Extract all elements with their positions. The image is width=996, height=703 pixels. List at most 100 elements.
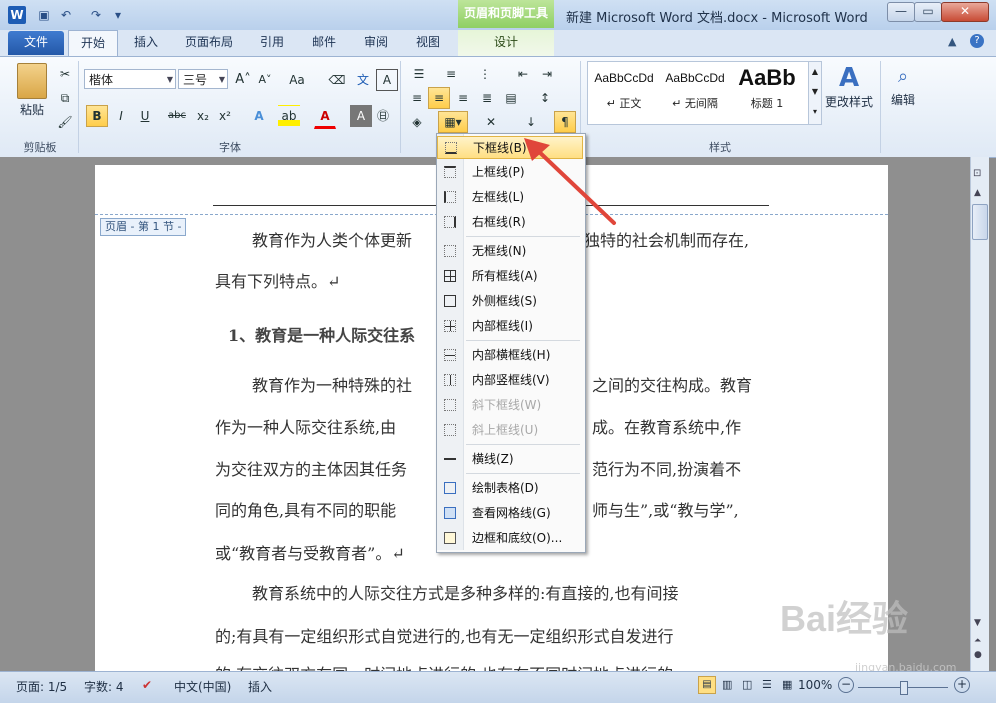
font-name-combo[interactable]: 楷体 ▼ bbox=[84, 69, 176, 89]
text-effects-icon[interactable]: A bbox=[248, 105, 270, 127]
zoom-slider-thumb[interactable] bbox=[900, 681, 908, 695]
italic-button[interactable]: I bbox=[110, 105, 132, 127]
phonetic-guide-icon[interactable]: 文 bbox=[352, 69, 374, 91]
cut-icon[interactable]: ✂ bbox=[54, 63, 76, 85]
menu-item-draw-table[interactable]: 绘制表格(D) bbox=[437, 477, 583, 500]
justify-icon[interactable]: ≣ bbox=[476, 87, 498, 109]
menu-item-inside-vertical-border[interactable]: 内部竖框线(V) bbox=[437, 369, 583, 392]
tab-design[interactable]: 设计 bbox=[458, 30, 554, 56]
tab-insert[interactable]: 插入 bbox=[124, 30, 168, 56]
align-center-icon[interactable]: ≡ bbox=[428, 87, 450, 109]
language-indicator[interactable]: 中文(中国) bbox=[174, 678, 231, 695]
bold-button[interactable]: B bbox=[86, 105, 108, 127]
numbering-icon[interactable]: ≡ bbox=[440, 63, 462, 85]
menu-item-borders-and-shading[interactable]: 边框和底纹(O)... bbox=[437, 527, 583, 550]
outline-icon[interactable]: ☰ bbox=[762, 678, 772, 691]
editing-button[interactable]: ⌕ 编辑 bbox=[884, 63, 922, 108]
paste-button[interactable]: 粘贴 bbox=[12, 63, 52, 118]
text-line[interactable]: 独特的社会机制而存在, bbox=[584, 227, 749, 251]
word-logo-icon[interactable]: W bbox=[8, 6, 26, 24]
minimize-ribbon-icon[interactable]: ▲ bbox=[948, 35, 956, 48]
bullets-icon[interactable]: ☰ bbox=[408, 63, 430, 85]
tab-file[interactable]: 文件 bbox=[8, 31, 64, 55]
proofing-icon[interactable]: ✔ bbox=[142, 678, 152, 692]
text-line[interactable]: 范行为不同,扮演着不 bbox=[592, 456, 741, 480]
close-button[interactable]: ✕ bbox=[941, 2, 989, 22]
text-line[interactable]: 具有下列特点。↵ bbox=[215, 268, 340, 292]
multilevel-list-icon[interactable]: ⋮ bbox=[474, 63, 496, 85]
text-line[interactable]: 的;有具有一定组织形式自觉进行的,也有无一定组织形式自发进行 bbox=[215, 623, 673, 647]
tab-page-layout[interactable]: 页面布局 bbox=[176, 30, 242, 56]
enclose-char-icon[interactable]: ㊐ bbox=[372, 105, 394, 127]
distributed-icon[interactable]: ▤ bbox=[500, 87, 522, 109]
text-line[interactable]: 作为一种人际交往系统,由 bbox=[215, 414, 396, 438]
sort-icon[interactable]: ↓ bbox=[520, 111, 542, 133]
customize-quick-access-icon[interactable]: ▾ bbox=[110, 7, 126, 23]
underline-button[interactable]: U bbox=[134, 105, 156, 127]
strikethrough-button[interactable]: abc bbox=[166, 105, 188, 127]
text-line[interactable]: 为交往双方的主体因其任务 bbox=[215, 456, 407, 480]
char-border-icon[interactable]: A bbox=[376, 69, 398, 91]
change-case-icon[interactable]: Aa bbox=[286, 69, 308, 91]
font-size-combo[interactable]: 三号 ▼ bbox=[178, 69, 228, 89]
menu-item-inside-borders[interactable]: 内部框线(I) bbox=[437, 315, 583, 338]
ruler-toggle-icon[interactable]: ⊡ bbox=[973, 168, 981, 179]
chinese-layout-icon[interactable]: ✕ bbox=[480, 111, 502, 133]
change-styles-button[interactable]: A 更改样式 bbox=[822, 63, 876, 110]
tab-home[interactable]: 开始 bbox=[68, 30, 118, 57]
redo-icon[interactable]: ↷ bbox=[88, 7, 104, 23]
print-layout-icon[interactable]: ▤ bbox=[698, 676, 716, 694]
grow-font-icon[interactable]: A˄ bbox=[232, 69, 254, 91]
zoom-out-icon[interactable]: − bbox=[838, 677, 854, 693]
line-spacing-icon[interactable]: ↕ bbox=[534, 87, 556, 109]
page-count[interactable]: 页面: 1/5 bbox=[16, 678, 67, 695]
scroll-down-icon[interactable]: ▼ bbox=[974, 618, 981, 628]
shrink-font-icon[interactable]: A˅ bbox=[254, 69, 276, 91]
browse-object-icon[interactable]: ● bbox=[974, 650, 982, 660]
menu-item-view-gridlines[interactable]: 查看网格线(G) bbox=[437, 502, 583, 525]
show-marks-icon[interactable]: ¶ bbox=[554, 111, 576, 133]
text-line[interactable]: 成。在教育系统中,作 bbox=[592, 414, 741, 438]
text-line[interactable]: 之间的交往构成。教育 bbox=[592, 372, 752, 396]
styles-gallery-scroll[interactable]: ▲ ▼ ▾ bbox=[808, 61, 822, 125]
shading-icon[interactable]: ◈ bbox=[406, 111, 428, 133]
char-shading-icon[interactable]: A bbox=[350, 105, 372, 127]
help-icon[interactable]: ? bbox=[970, 34, 984, 48]
increase-indent-icon[interactable]: ⇥ bbox=[536, 63, 558, 85]
decrease-indent-icon[interactable]: ⇤ bbox=[512, 63, 534, 85]
zoom-level[interactable]: 100% bbox=[798, 678, 832, 692]
font-color-icon[interactable]: A bbox=[314, 105, 336, 129]
text-line-heading[interactable]: 1、教育是一种人际交往系 bbox=[228, 322, 415, 346]
style-normal[interactable]: AaBbCcDd ↵ 正文 bbox=[590, 61, 658, 117]
web-layout-icon[interactable]: ◫ bbox=[742, 678, 752, 691]
copy-icon[interactable]: ⧉ bbox=[54, 87, 76, 109]
text-line[interactable]: 同的角色,具有不同的职能 bbox=[215, 497, 396, 521]
save-icon[interactable]: ▣ bbox=[36, 7, 52, 23]
undo-icon[interactable]: ↶ bbox=[58, 7, 74, 23]
tab-review[interactable]: 审阅 bbox=[354, 30, 398, 56]
previous-page-icon[interactable]: ⏶ bbox=[974, 636, 981, 646]
menu-item-all-borders[interactable]: 所有框线(A) bbox=[437, 265, 583, 288]
style-no-spacing[interactable]: AaBbCcDd ↵ 无间隔 bbox=[661, 61, 729, 117]
text-line[interactable]: 或“教育者与受教育者”。↵ bbox=[215, 540, 405, 564]
menu-item-horizontal-line[interactable]: 横线(Z) bbox=[437, 448, 583, 471]
superscript-button[interactable]: x² bbox=[214, 105, 236, 127]
text-line[interactable]: 的,有交往双方在同一时间地点进行的,也有在不同时间地点进行的 bbox=[215, 661, 673, 671]
align-right-icon[interactable]: ≡ bbox=[452, 87, 474, 109]
align-left-icon[interactable]: ≡ bbox=[406, 87, 428, 109]
tab-references[interactable]: 引用 bbox=[250, 30, 294, 56]
borders-button[interactable]: ▦▾ bbox=[438, 111, 468, 133]
draft-icon[interactable]: ▦ bbox=[782, 678, 792, 691]
menu-item-outside-borders[interactable]: 外侧框线(S) bbox=[437, 290, 583, 313]
text-line[interactable]: 教育作为一种特殊的社 bbox=[252, 372, 412, 396]
text-line[interactable]: 教育系统中的人际交往方式是多种多样的:有直接的,也有间接 bbox=[252, 580, 678, 604]
scrollbar-thumb[interactable] bbox=[972, 204, 988, 240]
menu-item-inside-horizontal-border[interactable]: 内部横框线(H) bbox=[437, 344, 583, 367]
full-screen-reading-icon[interactable]: ▥ bbox=[722, 678, 732, 691]
zoom-in-icon[interactable]: + bbox=[954, 677, 970, 693]
text-line[interactable]: 教育作为人类个体更新 bbox=[252, 227, 412, 251]
style-heading-1[interactable]: AaBb 标题 1 bbox=[732, 61, 802, 117]
menu-item-no-border[interactable]: 无框线(N) bbox=[437, 240, 583, 263]
word-count[interactable]: 字数: 4 bbox=[84, 678, 124, 695]
tab-mailings[interactable]: 邮件 bbox=[302, 30, 346, 56]
